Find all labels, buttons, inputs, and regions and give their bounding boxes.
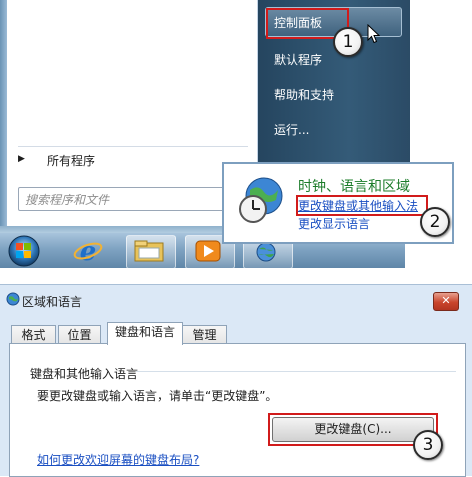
group-divider	[136, 371, 456, 372]
close-button[interactable]: ✕	[433, 292, 459, 311]
internet-explorer-icon[interactable]: e	[72, 237, 104, 265]
search-placeholder: 搜索程序和文件	[25, 193, 110, 207]
all-programs-divider	[18, 146, 248, 147]
change-keyboard-annotation-box	[296, 195, 428, 216]
keyboards-group-label: 键盘和其他输入语言	[30, 367, 139, 381]
clock-language-region-icon	[239, 177, 283, 223]
step-callout-1: 1	[333, 27, 363, 57]
all-programs-label[interactable]: 所有程序	[47, 152, 95, 169]
change-keyboards-button[interactable]: 更改键盘(C)...	[272, 417, 434, 442]
region-language-icon	[6, 292, 20, 306]
menu-item-help-support[interactable]: 帮助和支持	[274, 86, 334, 103]
keyboards-group-description: 要更改键盘或输入语言，请单击“更改键盘”。	[37, 389, 278, 403]
network-globe-icon	[256, 242, 276, 262]
svg-text:e: e	[80, 237, 97, 265]
change-display-language-link[interactable]: 更改显示语言	[298, 215, 370, 232]
menu-item-run[interactable]: 运行...	[274, 121, 309, 138]
tab-formats[interactable]: 格式	[11, 325, 56, 345]
flyout-title[interactable]: 时钟、语言和区域	[298, 176, 410, 196]
step-callout-2: 2	[420, 207, 450, 237]
media-player-icon	[195, 240, 221, 262]
step-callout-3: 3	[413, 430, 443, 460]
start-menu-frame	[0, 0, 7, 226]
mouse-cursor-icon	[367, 24, 381, 44]
tab-keyboards-languages[interactable]: 键盘和语言	[107, 322, 183, 345]
all-programs-arrow-icon: ▶	[18, 154, 25, 164]
welcome-screen-keyboard-help-link[interactable]: 如何更改欢迎屏幕的键盘布局?	[37, 451, 199, 468]
tab-location[interactable]: 位置	[58, 325, 101, 345]
tab-administrative[interactable]: 管理	[182, 325, 227, 345]
menu-item-default-programs[interactable]: 默认程序	[274, 51, 322, 68]
menu-item-control-panel[interactable]: 控制面板	[274, 14, 322, 31]
dialog-title: 区域和语言	[22, 295, 83, 309]
windows-start-orb-icon[interactable]	[4, 234, 44, 268]
folder-library-icon	[134, 240, 164, 262]
